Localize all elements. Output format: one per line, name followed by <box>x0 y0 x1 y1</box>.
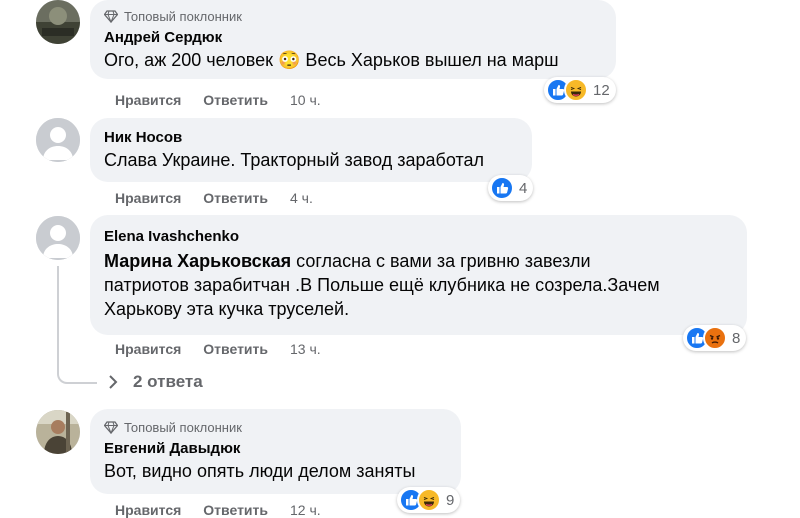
view-replies-button[interactable]: 2 ответа <box>105 372 203 392</box>
comment-actions: Нравится Ответить 4 ч. <box>115 190 313 206</box>
comment-bubble: Топовый поклонник Андрей Сердюк Ого, аж … <box>90 0 616 79</box>
reply-arrow-icon <box>109 375 118 389</box>
reaction-summary[interactable]: 9 <box>397 487 461 513</box>
author-name[interactable]: Ник Носов <box>104 128 518 148</box>
author-name[interactable]: Андрей Сердюк <box>104 28 602 48</box>
top-fan-badge[interactable]: Топовый поклонник <box>104 419 447 435</box>
comment-text: Слава Украине. Тракторный завод заработа… <box>104 150 485 170</box>
comment-text: Марина Харьковская согласна с вами за гр… <box>104 249 733 321</box>
comment-text: Вот, видно опять люди делом заняты <box>104 461 416 481</box>
reply-button[interactable]: Ответить <box>203 92 268 108</box>
comment-actions: Нравится Ответить 12 ч. <box>115 502 321 518</box>
badge-label: Топовый поклонник <box>124 419 242 435</box>
diamond-icon <box>104 9 118 23</box>
avatar-photo <box>36 0 80 44</box>
timestamp[interactable]: 12 ч. <box>290 502 321 518</box>
avatar[interactable] <box>36 410 80 454</box>
reply-button[interactable]: Ответить <box>203 341 268 357</box>
like-button[interactable]: Нравится <box>115 190 181 206</box>
angry-face-icon <box>703 326 727 350</box>
top-fan-badge[interactable]: Топовый поклонник <box>104 8 602 24</box>
laughing-face-icon <box>564 78 588 102</box>
avatar-photo <box>36 410 80 454</box>
author-name[interactable]: Elena Ivashchenko <box>104 227 733 247</box>
comment-text-line: Харькову эта кучка труселей. <box>104 299 350 319</box>
like-button[interactable]: Нравится <box>115 502 181 518</box>
comment-text-line: согласна с вами за гривню завезли <box>291 251 591 271</box>
comment-bubble: Топовый поклонник Евгений Давыдюк Вот, в… <box>90 409 461 494</box>
reaction-count: 9 <box>446 491 455 509</box>
reply-button[interactable]: Ответить <box>203 190 268 206</box>
reply-button[interactable]: Ответить <box>203 502 268 518</box>
default-avatar-icon <box>36 216 80 260</box>
comment-actions: Нравится Ответить 13 ч. <box>115 341 321 357</box>
avatar[interactable] <box>36 118 80 162</box>
avatar[interactable] <box>36 0 80 44</box>
avatar[interactable] <box>36 216 80 260</box>
reaction-summary[interactable]: 8 <box>683 325 747 351</box>
timestamp[interactable]: 10 ч. <box>290 92 321 108</box>
comment-bubble: Elena Ivashchenko Марина Харьковская сог… <box>90 215 747 335</box>
like-button[interactable]: Нравится <box>115 341 181 357</box>
reaction-count: 4 <box>519 179 528 197</box>
comment-text-line: патриотов зарабитчан .В Польше ещё клубн… <box>104 275 660 295</box>
timestamp[interactable]: 4 ч. <box>290 190 313 206</box>
mention-link[interactable]: Марина Харьковская <box>104 251 291 271</box>
thumbs-up-icon <box>490 176 514 200</box>
reaction-summary[interactable]: 12 <box>544 77 616 103</box>
timestamp[interactable]: 13 ч. <box>290 341 321 357</box>
reaction-summary[interactable]: 4 <box>488 175 534 201</box>
default-avatar-icon <box>36 118 80 162</box>
like-button[interactable]: Нравится <box>115 92 181 108</box>
author-name[interactable]: Евгений Давыдюк <box>104 439 447 459</box>
diamond-icon <box>104 420 118 434</box>
badge-label: Топовый поклонник <box>124 8 242 24</box>
comment-bubble: Ник Носов Слава Украине. Тракторный заво… <box>90 118 532 182</box>
replies-count-label: 2 ответа <box>133 372 203 391</box>
comment-text: Ого, аж 200 человек 😳 Весь Харьков вышел… <box>104 50 559 70</box>
comment-actions: Нравится Ответить 10 ч. <box>115 92 321 108</box>
reaction-count: 12 <box>593 81 610 99</box>
laughing-face-icon <box>417 488 441 512</box>
reaction-count: 8 <box>732 329 741 347</box>
